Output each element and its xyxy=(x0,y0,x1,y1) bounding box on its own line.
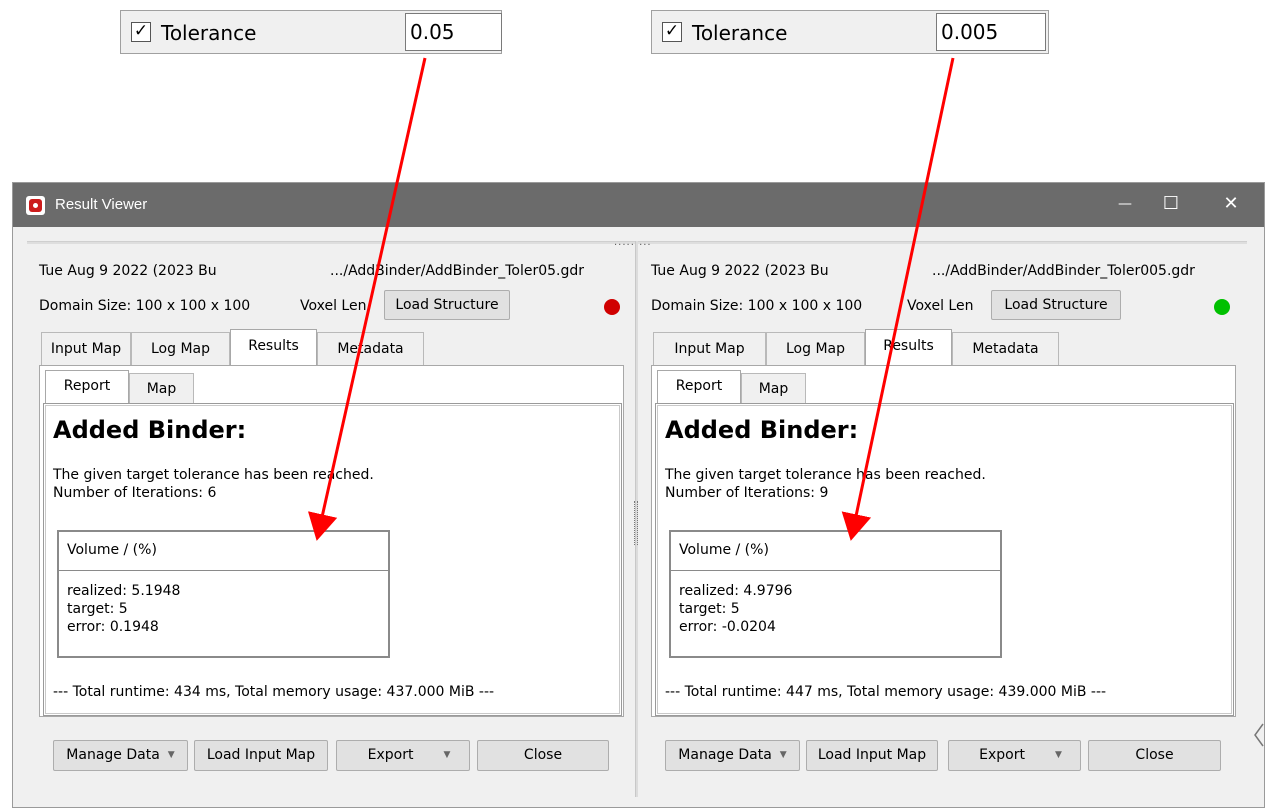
chevron-down-icon: ▼ xyxy=(1054,750,1062,760)
tab-results[interactable]: Results xyxy=(230,329,317,365)
export-button[interactable]: Export ▼ xyxy=(948,740,1081,771)
voxel-length: Voxel Len xyxy=(907,298,974,314)
report-message: The given target tolerance has been reac… xyxy=(665,466,986,502)
runtime-summary: --- Total runtime: 434 ms, Total memory … xyxy=(53,684,495,700)
tab-log-map[interactable]: Log Map xyxy=(766,332,865,365)
close-button[interactable]: Close xyxy=(1088,740,1221,771)
volume-table-header: Volume / (%) xyxy=(59,532,388,571)
build-date: Tue Aug 9 2022 (2023 Bu xyxy=(39,263,217,279)
status-indicator xyxy=(1214,299,1230,315)
build-date: Tue Aug 9 2022 (2023 Bu xyxy=(651,263,829,279)
tab-results[interactable]: Results xyxy=(865,329,952,365)
manage-data-button[interactable]: Manage Data ▼ xyxy=(53,740,188,771)
manage-data-button[interactable]: Manage Data ▼ xyxy=(665,740,800,771)
tolerance-input[interactable]: 0.005 xyxy=(936,13,1046,51)
runtime-summary: --- Total runtime: 447 ms, Total memory … xyxy=(665,684,1107,700)
tab-metadata[interactable]: Metadata xyxy=(317,332,424,365)
tolerance-option-right: ✓ Tolerance 0.005 xyxy=(651,10,1049,54)
file-path: .../AddBinder/AddBinder_Toler005.gdr xyxy=(932,263,1195,279)
iterations-text: Number of Iterations: 6 xyxy=(53,485,217,501)
load-structure-button[interactable]: Load Structure xyxy=(991,290,1121,320)
subtab-report[interactable]: Report xyxy=(657,370,741,403)
export-label: Export xyxy=(367,747,414,763)
status-indicator xyxy=(604,299,620,315)
report-view[interactable]: Added Binder: The given target tolerance… xyxy=(655,403,1234,716)
volume-table-body: realized: 5.1948 target: 5 error: 0.1948 xyxy=(67,582,180,636)
close-button[interactable]: Close xyxy=(477,740,609,771)
tolerance-option-left: ✓ Tolerance 0.05 xyxy=(120,10,502,54)
target-value: target: 5 xyxy=(679,601,740,617)
tab-input-map[interactable]: Input Map xyxy=(41,332,131,365)
tolerance-label: Tolerance xyxy=(692,21,788,45)
tolerance-label: Tolerance xyxy=(161,21,257,45)
file-path: .../AddBinder/AddBinder_Toler05.gdr xyxy=(330,263,585,279)
tab-metadata[interactable]: Metadata xyxy=(952,332,1059,365)
tab-log-map[interactable]: Log Map xyxy=(131,332,230,365)
error-value: error: -0.0204 xyxy=(679,619,776,635)
export-label: Export xyxy=(979,747,1025,763)
report-message: The given target tolerance has been reac… xyxy=(53,466,374,502)
tab-input-map[interactable]: Input Map xyxy=(653,332,766,365)
realized-value: realized: 4.9796 xyxy=(679,583,793,599)
volume-table: Volume / (%) realized: 4.9796 target: 5 … xyxy=(669,530,1002,658)
result-panel-right: Tue Aug 9 2022 (2023 Bu .../AddBinder/Ad… xyxy=(651,183,1251,803)
export-button[interactable]: Export ▼ xyxy=(336,740,470,771)
subtab-map[interactable]: Map xyxy=(129,373,194,403)
domain-size: Domain Size: 100 x 100 x 100 xyxy=(651,298,863,314)
chevron-left-icon xyxy=(1254,723,1264,747)
result-viewer-window: Result Viewer — ☐ ✕ ......... Tue Aug 9 … xyxy=(12,182,1265,808)
result-panel-left: Tue Aug 9 2022 (2023 Bu .../AddBinder/Ad… xyxy=(39,183,639,803)
realized-value: realized: 5.1948 xyxy=(67,583,181,599)
volume-table-body: realized: 4.9796 target: 5 error: -0.020… xyxy=(679,582,792,636)
chevron-down-icon: ▼ xyxy=(443,750,451,760)
load-structure-button[interactable]: Load Structure xyxy=(384,290,510,320)
tolerance-reached-text: The given target tolerance has been reac… xyxy=(665,467,986,483)
report-view[interactable]: Added Binder: The given target tolerance… xyxy=(43,403,622,716)
iterations-text: Number of Iterations: 9 xyxy=(665,485,829,501)
voxel-length: Voxel Len xyxy=(300,298,367,314)
chevron-down-icon: ▼ xyxy=(779,750,787,760)
load-input-map-button[interactable]: Load Input Map xyxy=(806,740,938,771)
tolerance-reached-text: The given target tolerance has been reac… xyxy=(53,467,374,483)
subtab-report[interactable]: Report xyxy=(45,370,129,403)
manage-data-label: Manage Data xyxy=(678,747,772,763)
error-value: error: 0.1948 xyxy=(67,619,159,635)
tolerance-checkbox[interactable]: ✓ xyxy=(131,22,151,42)
load-input-map-button[interactable]: Load Input Map xyxy=(194,740,328,771)
domain-size: Domain Size: 100 x 100 x 100 xyxy=(39,298,251,314)
tolerance-input[interactable]: 0.05 xyxy=(405,13,502,51)
report-heading: Added Binder: xyxy=(665,416,859,444)
report-heading: Added Binder: xyxy=(53,416,247,444)
manage-data-label: Manage Data xyxy=(66,747,160,763)
tolerance-checkbox[interactable]: ✓ xyxy=(662,22,682,42)
volume-table: Volume / (%) realized: 5.1948 target: 5 … xyxy=(57,530,390,658)
volume-table-header: Volume / (%) xyxy=(671,532,1000,571)
target-value: target: 5 xyxy=(67,601,128,617)
chevron-down-icon: ▼ xyxy=(167,750,175,760)
subtab-map[interactable]: Map xyxy=(741,373,806,403)
